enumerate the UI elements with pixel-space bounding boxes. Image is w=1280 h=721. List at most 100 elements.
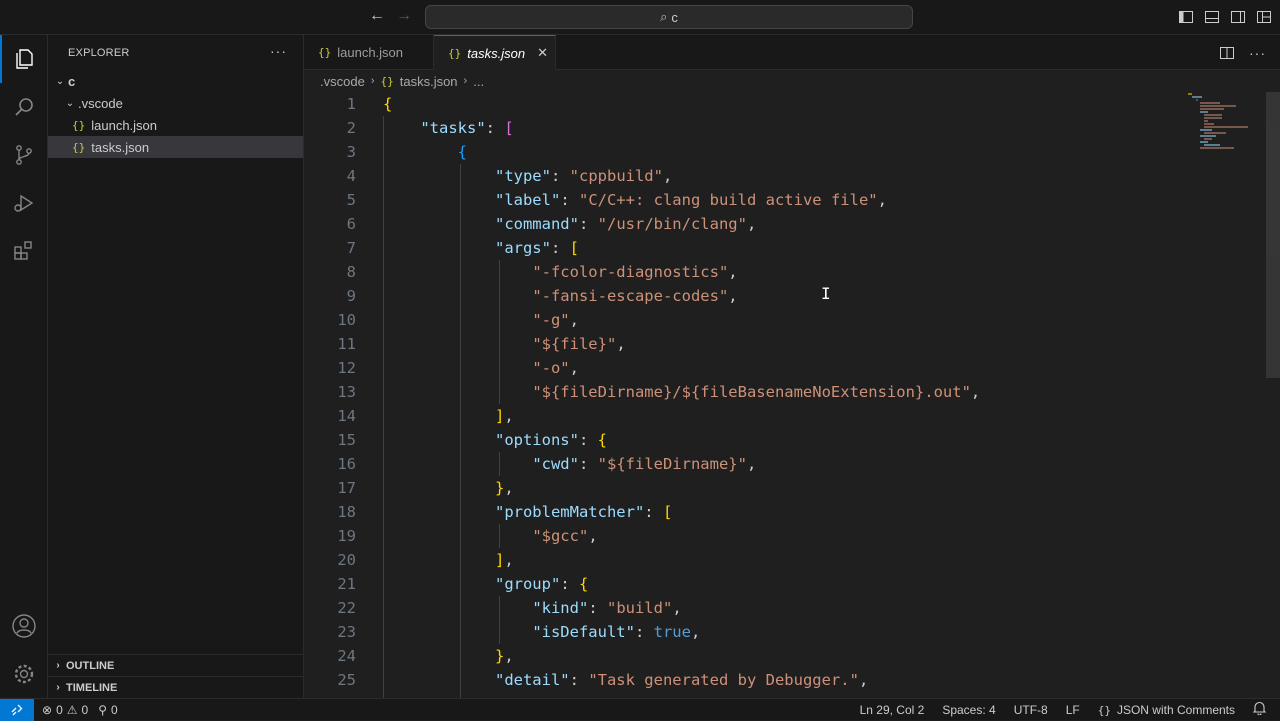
manage-gear-icon[interactable]	[0, 650, 48, 698]
warning-icon: ⚠	[66, 702, 78, 717]
json-string: "cppbuild"	[569, 167, 663, 185]
code-line: 6 "command": "/usr/bin/clang",	[304, 212, 1264, 236]
code-line: 2 "tasks": [	[304, 116, 1264, 140]
end-of-line[interactable]: LF	[1066, 703, 1080, 717]
line-number: 13	[337, 383, 356, 401]
layout-controls	[1178, 9, 1272, 25]
toggle-secondary-sidebar-icon[interactable]	[1230, 9, 1246, 25]
chevron-right-icon: ›	[56, 660, 60, 671]
json-string: "build"	[606, 599, 673, 617]
line-number: 6	[346, 215, 356, 233]
json-file-icon: {}	[448, 46, 462, 60]
breadcrumb-folder[interactable]: .vscode	[320, 74, 365, 89]
more-actions-icon[interactable]: ···	[270, 43, 287, 59]
search-icon[interactable]	[0, 83, 48, 131]
code-line: 3 {	[304, 140, 1264, 164]
notifications-bell-icon[interactable]	[1252, 701, 1267, 718]
breadcrumb-more[interactable]: ...	[473, 74, 484, 89]
chevron-right-icon: ›	[370, 75, 375, 87]
source-control-icon[interactable]	[0, 131, 48, 179]
code-line: 23 "isDefault": true,	[304, 620, 1264, 644]
editor-tabs: {} launch.json {} tasks.json ✕ ···	[304, 35, 1280, 70]
outline-section[interactable]: › OUTLINE	[48, 654, 303, 676]
code-line: 22 "kind": "build",	[304, 596, 1264, 620]
command-center-search[interactable]: ⌕ c	[425, 5, 913, 29]
json-key: "detail"	[494, 671, 570, 689]
code-line: 1{	[304, 92, 1264, 116]
code-line: 9 "-fansi-escape-codes",	[304, 284, 1264, 308]
tab-launch-json[interactable]: {} launch.json	[304, 35, 434, 70]
json-string: "/usr/bin/clang"	[597, 215, 747, 233]
line-number: 15	[337, 431, 356, 449]
ports-icon: ⚲	[98, 702, 107, 717]
explorer-sidebar: EXPLORER ··· ⌄ c ⌄ .vscode {} launch.jso…	[48, 35, 304, 698]
code-editor[interactable]: 1{ 2 "tasks": [ 3 { 4 "type": "cppbuild"…	[304, 92, 1280, 698]
json-key: "options"	[494, 431, 579, 449]
code-line: 12 "-o",	[304, 356, 1264, 380]
ports-indicator[interactable]: ⚲ 0	[98, 703, 117, 717]
editor-actions: ···	[1219, 45, 1266, 66]
cursor-position[interactable]: Ln 29, Col 2	[860, 703, 925, 717]
extensions-icon[interactable]	[0, 227, 48, 275]
error-icon: ⊗	[42, 702, 53, 717]
code-line: 16 "cwd": "${fileDirname}",	[304, 452, 1264, 476]
json-literal: true	[653, 623, 691, 641]
json-string: "$gcc"	[532, 527, 589, 545]
line-number: 3	[346, 143, 356, 161]
code-line: 7 "args": [	[304, 236, 1264, 260]
json-key: "problemMatcher"	[494, 503, 645, 521]
timeline-section[interactable]: › TIMELINE	[48, 676, 303, 698]
status-right-group: Ln 29, Col 2 Spaces: 4 UTF-8 LF {} JSON w…	[860, 699, 1280, 720]
code-line: 25 "detail": "Task generated by Debugger…	[304, 668, 1264, 692]
tab-label: tasks.json	[467, 45, 526, 61]
line-number: 4	[346, 167, 356, 185]
accounts-icon[interactable]	[0, 602, 48, 650]
breadcrumb-file[interactable]: tasks.json	[400, 74, 458, 89]
code-line: 5 "label": "C/C++: clang build active fi…	[304, 188, 1264, 212]
code-line: 11 "${file}",	[304, 332, 1264, 356]
file-tasks-json[interactable]: {} tasks.json	[48, 136, 303, 158]
json-key: "isDefault"	[532, 623, 635, 641]
tab-tasks-json[interactable]: {} tasks.json ✕	[434, 35, 556, 70]
file-launch-json[interactable]: {} launch.json	[48, 114, 303, 136]
more-editor-actions-icon[interactable]: ···	[1249, 45, 1266, 66]
back-arrow-icon[interactable]: ←	[369, 7, 385, 25]
json-string: "-fansi-escape-codes"	[532, 287, 729, 305]
timeline-label: TIMELINE	[66, 681, 118, 694]
toggle-panel-icon[interactable]	[1204, 9, 1220, 25]
explorer-title: EXPLORER	[68, 46, 130, 59]
minimap[interactable]	[1186, 92, 1266, 152]
language-mode[interactable]: {} JSON with Comments	[1098, 703, 1235, 717]
toggle-primary-sidebar-icon[interactable]	[1178, 9, 1194, 25]
run-and-debug-icon[interactable]	[0, 179, 48, 227]
line-number: 1	[346, 95, 356, 113]
remote-indicator-icon[interactable]	[0, 698, 34, 721]
warning-count: 0	[81, 702, 89, 717]
forward-arrow-icon[interactable]: →	[396, 7, 412, 25]
file-label: launch.json	[91, 117, 158, 133]
folder-root-c[interactable]: ⌄ c	[48, 70, 303, 92]
folder-vscode[interactable]: ⌄ .vscode	[48, 92, 303, 114]
code-line: 17 },	[304, 476, 1264, 500]
line-number: 21	[337, 575, 356, 593]
json-key: "group"	[494, 575, 561, 593]
line-number: 16	[337, 455, 356, 473]
json-string: "-fcolor-diagnostics"	[532, 263, 729, 281]
line-number: 24	[337, 647, 356, 665]
close-tab-icon[interactable]: ✕	[537, 45, 548, 61]
json-key: "tasks"	[420, 119, 486, 137]
command-center-text: c	[671, 9, 678, 25]
problems-indicator[interactable]: ⊗ 0 ⚠ 0	[42, 703, 88, 717]
json-file-icon: {}	[380, 74, 394, 88]
customize-layout-icon[interactable]	[1256, 9, 1272, 25]
encoding[interactable]: UTF-8	[1014, 703, 1048, 717]
split-editor-icon[interactable]	[1219, 45, 1235, 66]
explorer-icon[interactable]	[0, 35, 48, 83]
editor-scrollbar[interactable]	[1266, 92, 1280, 378]
code-line: 18 "problemMatcher": [	[304, 500, 1264, 524]
ports-count: 0	[111, 702, 118, 717]
indentation[interactable]: Spaces: 4	[942, 703, 995, 717]
chevron-right-icon: ›	[463, 75, 468, 87]
line-number: 14	[337, 407, 356, 425]
json-string: "-g"	[532, 311, 570, 329]
